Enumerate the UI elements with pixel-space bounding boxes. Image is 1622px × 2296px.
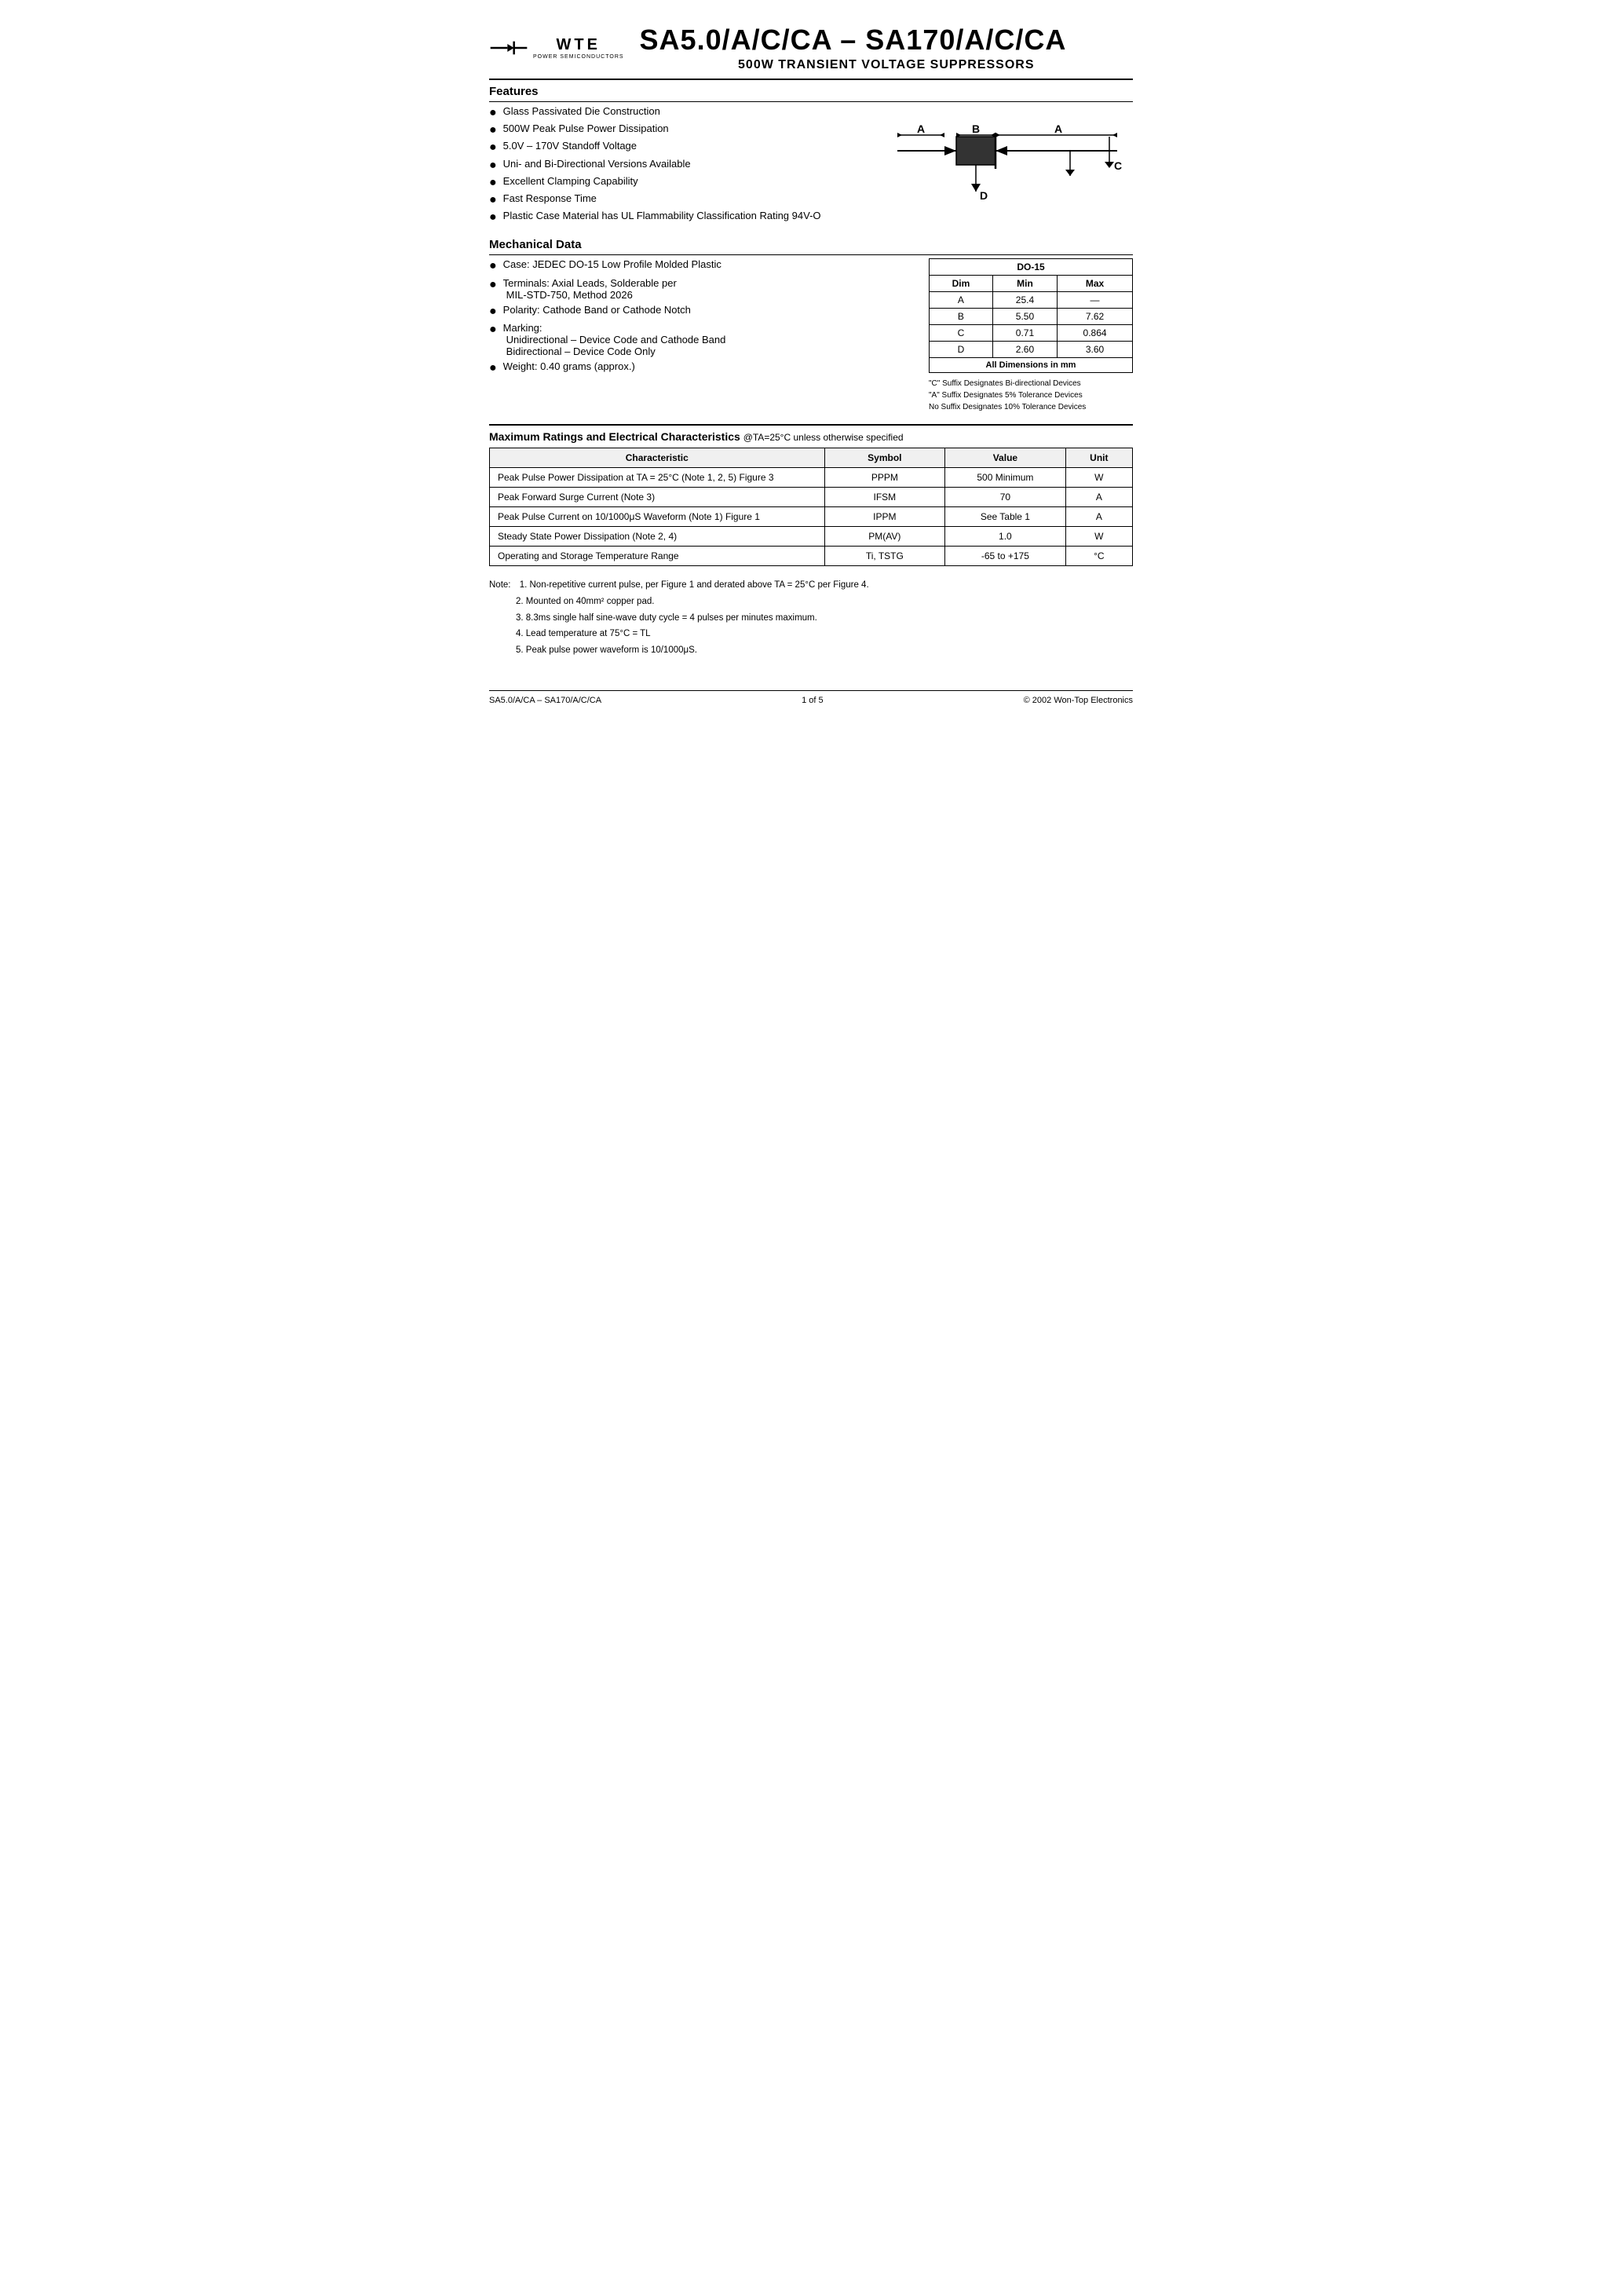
note-item: 5. Peak pulse power waveform is 10/1000μ… — [516, 642, 1133, 659]
features-section: Features ●Glass Passivated Die Construct… — [489, 85, 1133, 227]
header-rule — [489, 79, 1133, 80]
table-row: B 5.50 7.62 — [930, 309, 1133, 325]
logo-wte-label: WTE — [557, 36, 601, 54]
bullet-icon: ● — [489, 322, 497, 337]
bullet-icon: ● — [489, 304, 497, 319]
list-item: ● Polarity: Cathode Band or Cathode Notc… — [489, 304, 913, 319]
notes-section: Note: 1. Non-repetitive current pulse, p… — [489, 577, 1133, 658]
list-item: ●500W Peak Pulse Power Dissipation — [489, 122, 866, 137]
logo-icon — [489, 34, 528, 62]
table-row: Peak Pulse Current on 10/1000μS Waveform… — [490, 507, 1133, 527]
logo-text: WTE POWER SEMICONDUCTORS — [533, 36, 624, 60]
table-row-footer: All Dimensions in mm — [930, 358, 1133, 373]
bullet-icon: ● — [489, 210, 497, 225]
mechanical-section: Mechanical Data ● Case: JEDEC DO-15 Low … — [489, 238, 1133, 413]
col-unit: Unit — [1065, 448, 1132, 468]
title-block: SA5.0/A/C/CA – SA170/A/C/CA 500W TRANSIE… — [640, 24, 1133, 72]
list-item: ●Glass Passivated Die Construction — [489, 105, 866, 120]
ratings-condition: @TA=25°C unless otherwise specified — [743, 432, 904, 443]
do15-title: DO-15 — [930, 259, 1133, 276]
ratings-rule — [489, 424, 1133, 426]
table-row: D 2.60 3.60 — [930, 342, 1133, 358]
do15-table: DO-15 Dim Min Max A 25.4 — B — [929, 258, 1133, 373]
col-symbol: Symbol — [824, 448, 945, 468]
note-item: 3. 8.3ms single half sine-wave duty cycl… — [516, 610, 1133, 627]
note-header: Note: 1. Non-repetitive current pulse, p… — [489, 577, 1133, 594]
diode-svg: A B A — [890, 113, 1125, 215]
svg-text:D: D — [980, 189, 988, 202]
bullet-icon: ● — [489, 158, 497, 173]
features-list: ●Glass Passivated Die Construction ●500W… — [489, 105, 866, 227]
bullet-icon: ● — [489, 258, 497, 273]
list-item: ● Case: JEDEC DO-15 Low Profile Molded P… — [489, 258, 913, 273]
bullet-icon: ● — [489, 175, 497, 190]
table-row: Steady State Power Dissipation (Note 2, … — [490, 527, 1133, 547]
logo-subtitle-label: POWER SEMICONDUCTORS — [533, 54, 624, 60]
svg-text:A: A — [1054, 122, 1062, 135]
do15-area: DO-15 Dim Min Max A 25.4 — B — [929, 258, 1133, 413]
list-item: ● Terminals: Axial Leads, Solderable per… — [489, 277, 913, 301]
list-item: ● Marking: Unidirectional – Device Code … — [489, 322, 913, 357]
mechanical-title: Mechanical Data — [489, 238, 1133, 251]
do15-col-min: Min — [992, 276, 1057, 292]
table-row: Operating and Storage Temperature Range … — [490, 547, 1133, 566]
list-item: ●Excellent Clamping Capability — [489, 175, 866, 190]
features-title: Features — [489, 85, 1133, 98]
diode-diagram: A B A — [882, 113, 1133, 227]
mechanical-content: ● Case: JEDEC DO-15 Low Profile Molded P… — [489, 258, 1133, 413]
page-header: WTE POWER SEMICONDUCTORS SA5.0/A/C/CA – … — [489, 24, 1133, 72]
ratings-title: Maximum Ratings and Electrical Character… — [489, 430, 1133, 443]
list-item: ●Plastic Case Material has UL Flammabili… — [489, 210, 866, 225]
features-content: ●Glass Passivated Die Construction ●500W… — [489, 105, 1133, 227]
footer-left: SA5.0/A/CA – SA170/A/C/CA — [489, 696, 601, 705]
bullet-icon: ● — [489, 277, 497, 292]
table-row: Peak Forward Surge Current (Note 3) IFSM… — [490, 488, 1133, 507]
bullet-icon: ● — [489, 140, 497, 155]
table-row: C 0.71 0.864 — [930, 325, 1133, 342]
main-title: SA5.0/A/C/CA – SA170/A/C/CA — [640, 24, 1133, 57]
table-row: A 25.4 — — [930, 292, 1133, 309]
list-item: ●Fast Response Time — [489, 192, 866, 207]
list-item: ●5.0V – 170V Standoff Voltage — [489, 140, 866, 155]
table-row: Peak Pulse Power Dissipation at TA = 25°… — [490, 468, 1133, 488]
footer-right: © 2002 Won-Top Electronics — [1024, 696, 1133, 705]
subtitle: 500W TRANSIENT VOLTAGE SUPPRESSORS — [640, 58, 1133, 72]
list-item: ●Uni- and Bi-Directional Versions Availa… — [489, 158, 866, 173]
bullet-icon: ● — [489, 105, 497, 120]
col-characteristic: Characteristic — [490, 448, 825, 468]
note-item: 2. Mounted on 40mm² copper pad. — [516, 594, 1133, 610]
bullet-icon: ● — [489, 122, 497, 137]
svg-text:C: C — [1114, 159, 1122, 172]
logo-area: WTE POWER SEMICONDUCTORS — [489, 34, 624, 62]
suffix-notes: "C" Suffix Designates Bi-directional Dev… — [929, 378, 1133, 413]
ratings-table: Characteristic Symbol Value Unit Peak Pu… — [489, 448, 1133, 566]
bullet-icon: ● — [489, 192, 497, 207]
svg-text:B: B — [972, 122, 980, 135]
note-item: 4. Lead temperature at 75°C = TL — [516, 626, 1133, 642]
ratings-section: Maximum Ratings and Electrical Character… — [489, 430, 1133, 566]
bullet-icon: ● — [489, 360, 497, 375]
list-item: ● Weight: 0.40 grams (approx.) — [489, 360, 913, 375]
col-value: Value — [945, 448, 1066, 468]
svg-text:A: A — [917, 122, 925, 135]
do15-col-max: Max — [1058, 276, 1133, 292]
do15-col-dim: Dim — [930, 276, 993, 292]
page-footer: SA5.0/A/CA – SA170/A/C/CA 1 of 5 © 2002 … — [489, 690, 1133, 705]
mechanical-rule — [489, 254, 1133, 255]
footer-center: 1 of 5 — [802, 696, 824, 705]
mechanical-list: ● Case: JEDEC DO-15 Low Profile Molded P… — [489, 258, 913, 413]
features-rule — [489, 101, 1133, 102]
